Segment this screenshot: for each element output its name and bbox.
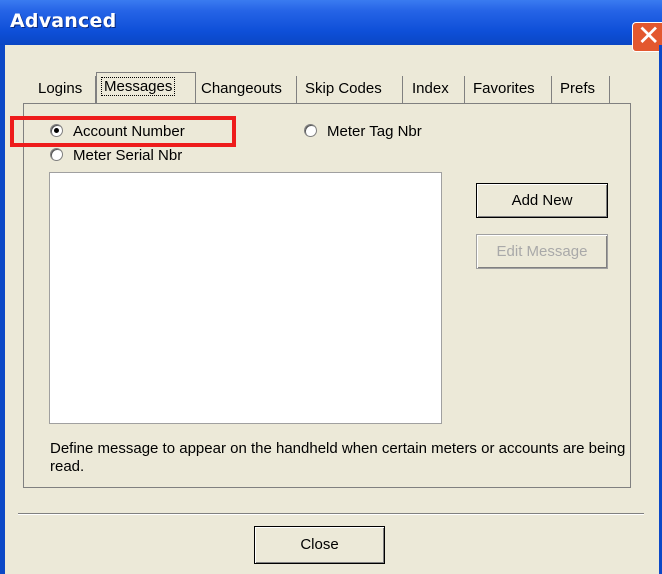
messages-description: Define message to appear on the handheld… xyxy=(50,440,626,475)
radio-meter-serial-nbr[interactable]: Meter Serial Nbr xyxy=(50,147,182,164)
window-title: Advanced xyxy=(10,10,117,32)
tab-skip-codes[interactable]: Skip Codes xyxy=(297,76,403,103)
close-icon: ✕ xyxy=(637,19,661,52)
tab-index-label: Index xyxy=(412,80,449,97)
tab-changeouts-label: Changeouts xyxy=(201,80,282,97)
window-close-button[interactable]: ✕ xyxy=(632,19,662,52)
tab-prefs[interactable]: Prefs xyxy=(552,76,610,103)
tab-messages[interactable]: Messages xyxy=(96,72,196,103)
annotation-highlight-box xyxy=(10,116,236,147)
tab-skip-codes-label: Skip Codes xyxy=(305,80,382,97)
title-bar[interactable]: Advanced xyxy=(0,0,662,45)
radio-meter-tag-nbr[interactable]: Meter Tag Nbr xyxy=(304,123,422,140)
radio-meter-serial-nbr-label: Meter Serial Nbr xyxy=(73,147,183,164)
footer-divider xyxy=(18,513,644,515)
tab-logins[interactable]: Logins xyxy=(36,76,96,103)
tab-messages-label: Messages xyxy=(101,77,176,96)
window-frame-left xyxy=(0,45,5,574)
tab-favorites-label: Favorites xyxy=(473,80,535,97)
edit-message-button[interactable]: Edit Message xyxy=(476,234,608,269)
tab-logins-label: Logins xyxy=(38,80,83,97)
messages-listbox[interactable] xyxy=(49,172,442,424)
tab-changeouts[interactable]: Changeouts xyxy=(196,76,297,103)
close-button[interactable]: Close xyxy=(254,526,385,564)
add-new-button[interactable]: Add New xyxy=(476,183,608,218)
tab-prefs-label: Prefs xyxy=(560,80,596,97)
tab-index[interactable]: Index xyxy=(403,76,465,103)
radio-meter-tag-nbr-label: Meter Tag Nbr xyxy=(327,123,422,140)
tab-favorites[interactable]: Favorites xyxy=(465,76,552,103)
radio-unselected-icon xyxy=(50,148,63,161)
radio-unselected-icon xyxy=(304,124,317,137)
advanced-dialog: Advanced ✕ Logins Messages Changeouts Sk… xyxy=(0,0,662,574)
